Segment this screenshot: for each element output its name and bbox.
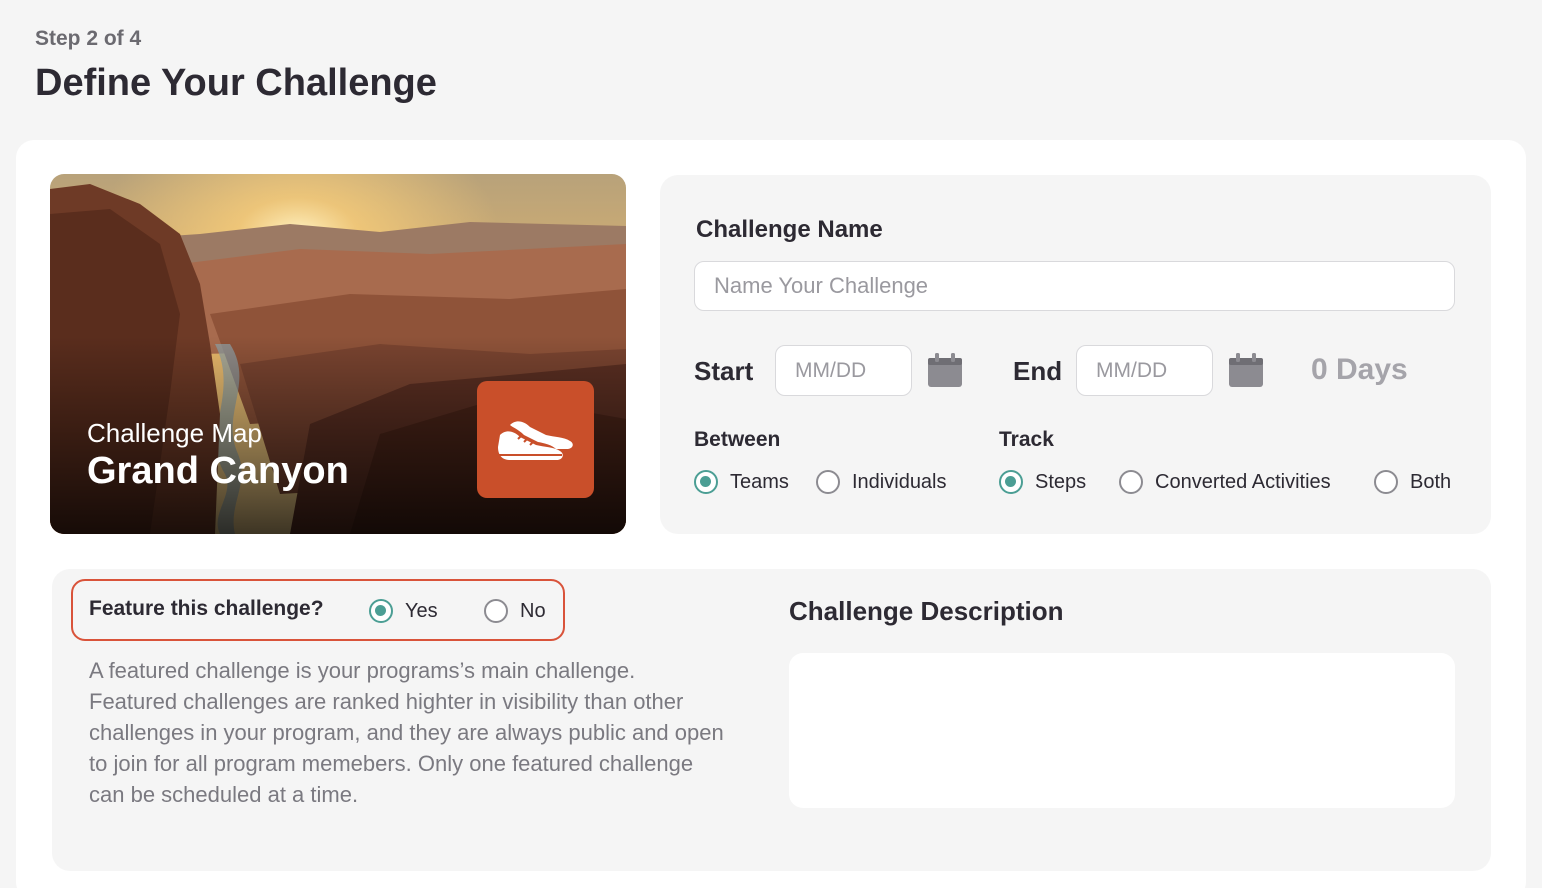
radio-selected-icon — [369, 599, 393, 623]
end-label: End — [1013, 356, 1063, 386]
start-label: Start — [694, 356, 754, 386]
step-indicator: Step 2 of 4 — [35, 27, 142, 50]
track-steps-radio[interactable]: Steps — [999, 470, 1086, 494]
between-label: Between — [694, 428, 781, 451]
radio-unselected-icon — [1374, 470, 1398, 494]
feature-no-radio[interactable]: No — [484, 599, 546, 623]
track-label: Track — [999, 428, 1054, 451]
map-name: Grand Canyon — [87, 450, 349, 492]
page-title: Define Your Challenge — [35, 62, 437, 104]
activity-badge — [477, 381, 594, 498]
feature-question: Feature this challenge? — [89, 597, 324, 620]
description-label: Challenge Description — [789, 596, 1064, 626]
sneakers-icon — [497, 420, 573, 460]
feature-yes-radio[interactable]: Yes — [369, 599, 438, 623]
challenge-map-card[interactable]: Challenge Map Grand Canyon — [50, 174, 626, 534]
end-calendar-icon[interactable] — [1228, 352, 1264, 388]
challenge-name-label: Challenge Name — [696, 216, 883, 243]
description-textarea[interactable] — [789, 653, 1455, 808]
radio-label: Steps — [1035, 470, 1087, 493]
radio-unselected-icon — [1119, 470, 1143, 494]
radio-label: No — [520, 599, 546, 622]
radio-label: Teams — [730, 470, 789, 493]
radio-label: Both — [1410, 470, 1452, 493]
radio-label: Converted Activities — [1155, 470, 1331, 493]
duration-days: 0 Days — [1311, 353, 1408, 386]
radio-unselected-icon — [484, 599, 508, 623]
map-subtitle: Challenge Map — [87, 418, 262, 448]
challenge-name-input[interactable] — [694, 261, 1455, 311]
track-converted-activities-radio[interactable]: Converted Activities — [1119, 470, 1331, 494]
feature-help-text: A featured challenge is your programs’s … — [89, 658, 724, 807]
radio-selected-icon — [694, 470, 718, 494]
track-both-radio[interactable]: Both — [1374, 470, 1451, 494]
start-date-input[interactable] — [775, 345, 912, 396]
radio-selected-icon — [999, 470, 1023, 494]
between-teams-radio[interactable]: Teams — [694, 470, 789, 494]
radio-unselected-icon — [816, 470, 840, 494]
radio-label: Individuals — [852, 470, 947, 493]
start-calendar-icon[interactable] — [927, 352, 963, 388]
between-individuals-radio[interactable]: Individuals — [816, 470, 947, 494]
radio-label: Yes — [405, 599, 438, 622]
end-date-input[interactable] — [1076, 345, 1213, 396]
